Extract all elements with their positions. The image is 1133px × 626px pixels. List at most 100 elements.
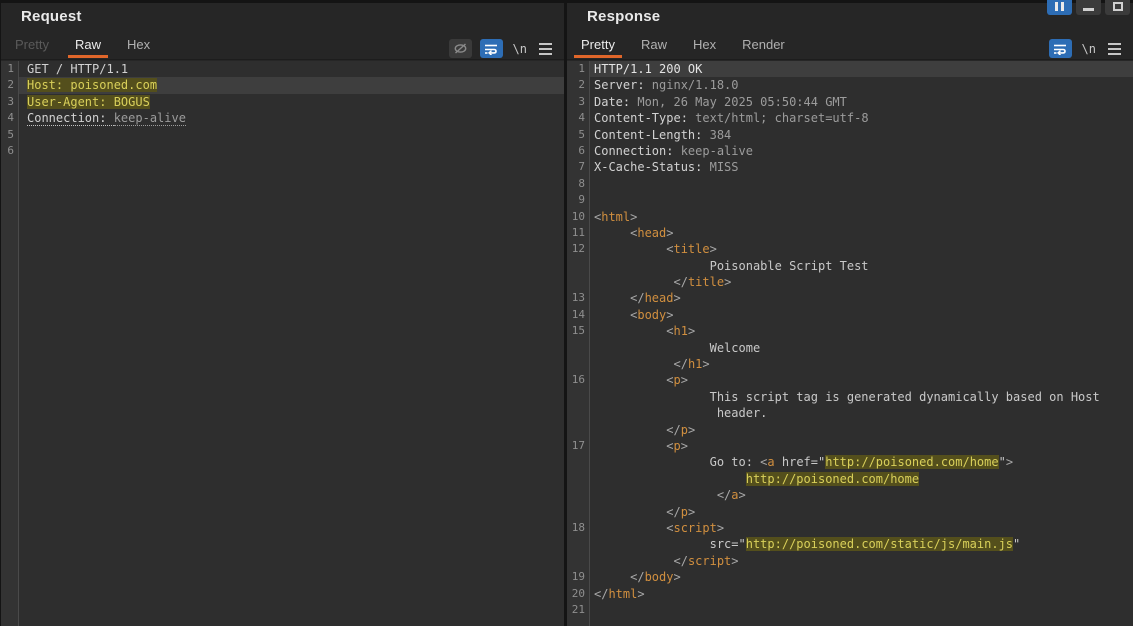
response-editor[interactable]: 1HTTP/1.1 200 OK2Server: nginx/1.18.03 Da… (567, 61, 1133, 626)
soft-wrap-button[interactable] (1049, 39, 1072, 58)
code-line[interactable]: 20</html> (567, 586, 1133, 602)
tab-render[interactable]: Render (735, 29, 792, 59)
code-line[interactable]: 4Connection: keep-alive (1, 110, 564, 126)
code-text: src=" (594, 537, 746, 551)
code-text: Connection: (27, 111, 114, 126)
maximize-button[interactable] (1105, 0, 1130, 15)
tab-raw[interactable]: Raw (634, 29, 674, 59)
tab-hex[interactable]: Hex (120, 29, 157, 59)
code-line[interactable]: 8 (567, 176, 1133, 192)
code-line[interactable]: 13 </head> (567, 290, 1133, 306)
line-content: Content-Length: 384 (590, 127, 1133, 143)
code-line[interactable]: 16 <p> (567, 372, 1133, 388)
code-line[interactable]: 3User-Agent: BOGUS (1, 94, 564, 110)
code-line[interactable]: 9 (567, 192, 1133, 208)
soft-wrap-button[interactable] (480, 39, 503, 58)
line-number: 13 (567, 290, 590, 306)
code-line[interactable]: </script> (567, 553, 1133, 569)
code-line[interactable]: 4Content-Type: text/html; charset=utf-8 (567, 110, 1133, 126)
line-content: header. (590, 405, 1133, 421)
soft-wrap-icon (1053, 43, 1067, 55)
code-line[interactable]: </a> (567, 487, 1133, 503)
line-content (590, 602, 1133, 618)
code-line[interactable]: src="http://poisoned.com/static/js/main.… (567, 536, 1133, 552)
code-line[interactable]: 6Connection: keep-alive (567, 143, 1133, 159)
code-text: Welcome (594, 341, 760, 355)
line-number: 18 (567, 520, 590, 536)
code-text: Date: (594, 95, 637, 109)
code-line[interactable]: 5 (1, 127, 564, 143)
code-line[interactable]: 6 (1, 143, 564, 159)
line-number (567, 274, 590, 290)
code-line[interactable]: 19 </body> (567, 569, 1133, 585)
code-text: " (1013, 537, 1020, 551)
code-line[interactable]: 3Date: Mon, 26 May 2025 05:50:44 GMT (567, 94, 1133, 110)
code-line[interactable]: 11 <head> (567, 225, 1133, 241)
code-line[interactable]: 18 <script> (567, 520, 1133, 536)
code-line[interactable]: 1HTTP/1.1 200 OK (567, 61, 1133, 77)
line-number: 3 (567, 94, 590, 110)
editor-menu-button[interactable] (1106, 43, 1123, 55)
line-number: 3 (1, 94, 19, 110)
code-text: > (724, 275, 731, 289)
code-line[interactable]: header. (567, 405, 1133, 421)
code-line[interactable]: 14 <body> (567, 307, 1133, 323)
code-line[interactable]: 2Server: nginx/1.18.0 (567, 77, 1133, 93)
minimize-button[interactable] (1076, 0, 1101, 15)
line-content: </html> (590, 586, 1133, 602)
line-number: 4 (1, 110, 19, 126)
line-content: Go to: <a href="http://poisoned.com/home… (590, 454, 1133, 470)
code-line[interactable]: 17 <p> (567, 438, 1133, 454)
code-line[interactable]: </p> (567, 422, 1133, 438)
line-content: </head> (590, 290, 1133, 306)
tab-pretty[interactable]: Pretty (574, 29, 622, 59)
newline-toggle[interactable]: \n (1080, 42, 1098, 56)
code-line[interactable]: Poisonable Script Test (567, 258, 1133, 274)
code-text: Poisonable Script Test (594, 259, 869, 273)
code-line[interactable]: </p> (567, 504, 1133, 520)
line-number: 7 (567, 159, 590, 175)
code-line[interactable]: 21 (567, 602, 1133, 618)
code-line[interactable]: 10<html> (567, 209, 1133, 225)
code-line[interactable]: </title> (567, 274, 1133, 290)
pause-button[interactable] (1047, 0, 1072, 15)
code-line[interactable]: 2Host: poisoned.com (1, 77, 564, 93)
newline-toggle[interactable]: \n (511, 42, 529, 56)
code-text (594, 505, 666, 519)
request-editor[interactable]: 1GET / HTTP/1.12Host: poisoned.com3User-… (1, 61, 564, 626)
code-line[interactable]: This script tag is generated dynamically… (567, 389, 1133, 405)
code-text: X-Cache-Status: (594, 160, 710, 174)
code-line[interactable]: 12 <title> (567, 241, 1133, 257)
code-line[interactable]: 5Content-Length: 384 (567, 127, 1133, 143)
line-content (19, 143, 564, 159)
editor-empty-area[interactable] (567, 618, 1133, 626)
code-line[interactable]: 7X-Cache-Status: MISS (567, 159, 1133, 175)
code-text: > (688, 324, 695, 338)
editor-empty-area[interactable] (1, 159, 564, 626)
code-line[interactable]: http://poisoned.com/home (567, 471, 1133, 487)
line-number: 5 (567, 127, 590, 143)
code-line[interactable]: 1GET / HTTP/1.1 (1, 61, 564, 77)
code-line[interactable]: Welcome (567, 340, 1133, 356)
tab-pretty[interactable]: Pretty (8, 29, 56, 59)
code-text: html (601, 210, 630, 224)
code-text (594, 308, 630, 322)
code-line[interactable]: 15 <h1> (567, 323, 1133, 339)
line-number (567, 422, 590, 438)
line-number: 6 (567, 143, 590, 159)
code-text: nginx/1.18.0 (652, 78, 739, 92)
request-title: Request (21, 8, 82, 25)
tab-raw[interactable]: Raw (68, 29, 108, 59)
line-content: </h1> (590, 356, 1133, 372)
line-number: 1 (1, 61, 19, 77)
line-number (567, 504, 590, 520)
tab-hex[interactable]: Hex (686, 29, 723, 59)
code-line[interactable]: </h1> (567, 356, 1133, 372)
eye-off-button[interactable] (449, 39, 472, 58)
code-line[interactable]: Go to: <a href="http://poisoned.com/home… (567, 454, 1133, 470)
line-number: 9 (567, 192, 590, 208)
code-text: text/html; charset=utf-8 (695, 111, 868, 125)
line-content: src="http://poisoned.com/static/js/main.… (590, 536, 1133, 552)
editor-menu-button[interactable] (537, 43, 554, 55)
line-number (567, 340, 590, 356)
